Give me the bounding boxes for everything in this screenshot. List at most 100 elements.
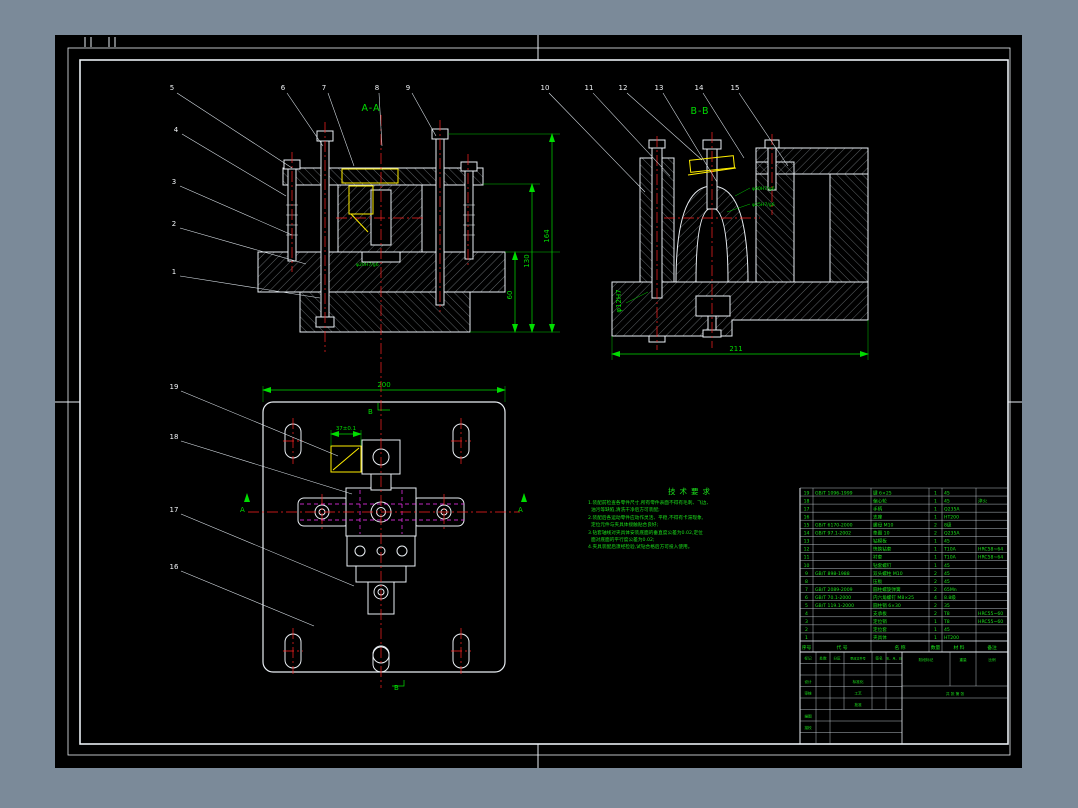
balloon-19: 19 <box>170 383 179 391</box>
parts-row-cell: 1 <box>934 619 937 625</box>
parts-row-cell: 2 <box>934 523 937 529</box>
parts-row-cell: 1 <box>934 627 937 633</box>
balloon-8: 8 <box>375 84 379 92</box>
drill-plate <box>282 167 484 186</box>
cad-viewport: A-A φ20H7/g6 60 130 164 B-B φ12H7 φ40H7/… <box>0 0 1078 808</box>
parts-row-cell: HRC58~64 <box>978 547 1003 553</box>
balloon-6: 6 <box>281 84 286 92</box>
parts-row-cell: HT200 <box>944 514 959 520</box>
aa-dim-130: 130 <box>523 254 531 267</box>
parts-row-cell: Q235A <box>944 506 960 512</box>
parts-row-cell: 8级 <box>944 522 952 529</box>
balloon-12: 12 <box>619 84 628 92</box>
balloon-5: 5 <box>170 84 174 92</box>
parts-col-qty: 数量 <box>931 644 941 651</box>
balloon-7: 7 <box>322 84 326 92</box>
parts-row-cell: 14 <box>804 531 810 537</box>
balloon-9: 9 <box>406 84 410 92</box>
parts-row-cell: 9 <box>805 571 808 577</box>
balloon-17: 17 <box>170 506 179 514</box>
tb-file: 更改文件号 <box>850 656 865 661</box>
parts-row-cell: 11 <box>804 555 810 561</box>
parts-col-code: 代 号 <box>836 644 847 651</box>
parts-row-cell: 45 <box>944 571 950 577</box>
tb-weight: 重量 <box>959 657 967 662</box>
parts-row-cell: 钻套螺钉 <box>873 562 892 569</box>
tech-line: 油污等缺陷,清洗干净后方可装配; <box>588 508 660 514</box>
balloon-15: 15 <box>731 84 740 92</box>
parts-row-cell: 衬套 <box>873 554 883 561</box>
tb-audit: 审核 <box>804 691 812 696</box>
parts-row-cell: 钻模板 <box>873 538 887 545</box>
tb-craft: 工艺 <box>854 691 862 696</box>
parts-row-cell: T8 <box>943 611 950 617</box>
tb-approve: 批准 <box>854 702 862 707</box>
parts-row-cell: 支承板 <box>873 610 887 617</box>
tb-sign: 签名 <box>875 656 883 661</box>
parts-row-cell: 手柄 <box>873 505 883 512</box>
parts-row-cell: T8 <box>943 619 950 625</box>
mark-b-bottom: B <box>394 684 399 692</box>
balloon-11: 11 <box>585 84 594 92</box>
tb-stage: 阶段标记 <box>919 657 934 662</box>
balloon-4: 4 <box>174 126 179 134</box>
parts-row-cell: 夹具体 <box>873 634 887 641</box>
parts-row-cell: 圆柱销 6×30 <box>873 602 901 609</box>
parts-row-cell: 45 <box>944 498 950 504</box>
parts-row-cell: GB/T 6170-2000 <box>815 523 853 529</box>
tb-scale: 比例 <box>988 657 996 662</box>
tb-count: 处数 <box>819 656 827 661</box>
parts-row-cell: 内六角螺钉 M8×25 <box>873 594 914 601</box>
tech-line: 4.夹具装配后须经检验,试钻合格后方可投入使用。 <box>588 545 693 551</box>
aa-dim-164: 164 <box>543 229 551 243</box>
bb-fit-2: φ25H7/g6 <box>752 202 775 208</box>
tech-line: 定位元件与夹具体接触贴合良好; <box>588 523 659 529</box>
parts-row-cell: 2 <box>934 531 937 537</box>
bb-arm-support <box>829 173 869 283</box>
parts-row-cell: GB/T 70.1-2000 <box>815 595 851 601</box>
parts-row-cell: 10 <box>804 563 810 569</box>
parts-row-cell: 定位销 <box>873 618 887 625</box>
parts-row-cell: 45 <box>944 539 950 545</box>
tech-lines: 1.装配前检查各零件尺寸,所有零件表面不得有毛刺、飞边、 油污等缺陷,清洗干净后… <box>588 500 794 552</box>
parts-row-cell: T10A <box>943 555 957 561</box>
parts-row-cell: 1 <box>934 506 937 512</box>
parts-row-cell: 定位套 <box>873 626 887 633</box>
balloon-13: 13 <box>655 84 664 92</box>
parts-row-cell: 1 <box>934 547 937 553</box>
cad-drawing-canvas[interactable]: A-A φ20H7/g6 60 130 164 B-B φ12H7 φ40H7/… <box>0 0 1078 808</box>
parts-row-cell: T10A <box>943 547 957 553</box>
tb-mark: 标记 <box>804 656 812 661</box>
tb-sheets: 共 张 第 张 <box>946 691 965 696</box>
parts-row-cell: 螺母 M10 <box>873 522 894 529</box>
parts-col-rem: 备注 <box>987 644 997 651</box>
parts-row-cell: 双头螺柱 M10 <box>873 570 903 577</box>
aa-dim-60: 60 <box>506 291 514 300</box>
parts-row-cell: 1 <box>934 555 937 561</box>
bb-fit-1: φ40H7/g6 <box>752 186 775 192</box>
parts-row-cell: 1 <box>934 498 937 504</box>
parts-row-cell: 3 <box>805 619 808 625</box>
parts-row-cell: 45 <box>944 490 950 496</box>
parts-row-cell: 8.8级 <box>944 594 956 601</box>
aa-fit-dim: φ20H7/g6 <box>356 262 379 268</box>
parts-row-cell: 偏心轮 <box>873 497 887 504</box>
plan-dim-200: 200 <box>377 381 390 389</box>
tb-design: 设计 <box>804 679 812 684</box>
parts-row-cell: 7 <box>805 587 808 593</box>
parts-row-cell: 19 <box>804 490 810 496</box>
parts-row-cell: 1 <box>805 635 808 641</box>
parts-row-cell: 快换钻套 <box>873 546 892 553</box>
parts-row-cell: Q235A <box>944 531 960 537</box>
tb-tracecheck: 描校 <box>804 725 812 730</box>
tech-title: 技术要求 <box>668 487 714 496</box>
parts-row-cell: 2 <box>934 571 937 577</box>
tb-date: 年、月、日 <box>886 656 901 661</box>
parts-row-cell: 2 <box>934 611 937 617</box>
parts-row-cell: 支座 <box>873 513 883 520</box>
parts-row-cell: 45 <box>944 579 950 585</box>
tech-line: 面对底面的平行度公差为0.02; <box>588 538 655 544</box>
mark-a-right: A <box>518 506 523 514</box>
parts-row-cell: 2 <box>934 579 937 585</box>
parts-row-cell: 压板 <box>873 578 883 585</box>
